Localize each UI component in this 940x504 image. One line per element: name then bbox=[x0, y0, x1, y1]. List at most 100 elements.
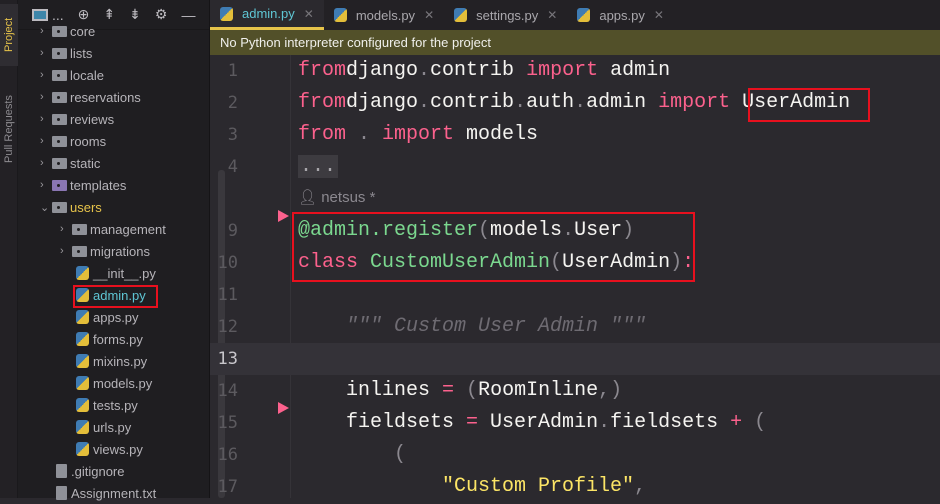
editor-tabs: admin.py ✕ models.py ✕ settings.py ✕ apps.py ✕ bbox=[210, 0, 940, 30]
chevron-right-icon[interactable]: › bbox=[40, 69, 52, 81]
tree-item[interactable]: › lists bbox=[40, 42, 92, 64]
close-icon[interactable]: ✕ bbox=[654, 8, 664, 22]
code-token: admin bbox=[598, 59, 671, 82]
code-line[interactable]: 1 fromdjango.contrib import admin bbox=[210, 55, 940, 87]
close-icon[interactable]: ✕ bbox=[304, 7, 314, 21]
chevron-right-icon[interactable]: › bbox=[40, 157, 52, 169]
tree-item[interactable]: › migrations bbox=[60, 240, 150, 262]
code-author-hint[interactable]: 👤︎ netsus * bbox=[298, 188, 375, 206]
code-token: auth bbox=[526, 91, 575, 114]
chevron-right-icon[interactable]: › bbox=[40, 25, 52, 37]
code-token: django bbox=[346, 59, 419, 82]
tab-apps[interactable]: apps.py ✕ bbox=[567, 0, 674, 30]
expand-all-icon[interactable]: ⇞ bbox=[103, 6, 115, 23]
chevron-right-icon[interactable]: › bbox=[40, 179, 52, 191]
tree-item[interactable]: › static bbox=[40, 152, 100, 174]
chevron-right-icon[interactable]: › bbox=[40, 47, 52, 59]
line-number: 4 bbox=[227, 157, 238, 177]
code-line[interactable]: 3 from . import models bbox=[210, 119, 940, 151]
code-token: fieldsets bbox=[610, 411, 731, 434]
tree-item[interactable]: models.py bbox=[60, 372, 152, 394]
project-tab-label: Project bbox=[3, 17, 15, 53]
highlight-box-class-definition bbox=[292, 212, 695, 282]
tree-item[interactable]: tests.py bbox=[60, 394, 138, 416]
code-token: = bbox=[442, 379, 455, 402]
pull-requests-tool-tab[interactable]: Pull Requests bbox=[0, 84, 18, 174]
line-number: 9 bbox=[227, 221, 238, 241]
code-token: . bbox=[514, 91, 527, 114]
tree-item[interactable]: forms.py bbox=[60, 328, 143, 350]
override-marker-icon[interactable] bbox=[278, 210, 289, 222]
python-file-icon bbox=[76, 332, 89, 346]
minimize-icon[interactable]: — bbox=[181, 7, 195, 23]
code-line[interactable]: 13 bbox=[210, 343, 940, 375]
tree-item[interactable]: views.py bbox=[60, 438, 143, 460]
folder-icon bbox=[72, 245, 87, 257]
tree-item[interactable]: › rooms bbox=[40, 130, 106, 152]
folded-code[interactable]: ... bbox=[298, 155, 339, 178]
code-line[interactable]: 14 inlines = (RoomInline,) bbox=[210, 375, 940, 407]
tree-item[interactable]: .gitignore bbox=[40, 460, 124, 482]
tree-item-label: .gitignore bbox=[71, 463, 125, 479]
code-line[interactable]: 12 """ Custom User Admin """ bbox=[210, 311, 940, 343]
tree-item-label: urls.py bbox=[93, 419, 132, 435]
tree-item[interactable]: › core bbox=[40, 20, 95, 42]
code-token: ( bbox=[454, 379, 479, 402]
tree-item[interactable]: › reservations bbox=[40, 86, 141, 108]
code-token: = bbox=[466, 411, 479, 434]
line-number: 1 bbox=[227, 61, 238, 81]
folder-icon bbox=[52, 113, 67, 125]
chevron-right-icon[interactable]: › bbox=[40, 91, 52, 103]
tree-item-label: Assignment.txt bbox=[71, 485, 157, 501]
line-number: 2 bbox=[227, 93, 238, 113]
tree-item[interactable]: › templates bbox=[40, 174, 126, 196]
tree-item[interactable]: › locale bbox=[40, 64, 104, 86]
line-number: 14 bbox=[217, 381, 238, 401]
folder-icon bbox=[72, 223, 87, 235]
tab-models[interactable]: models.py ✕ bbox=[324, 0, 444, 30]
interpreter-warning-banner: No Python interpreter configured for the… bbox=[210, 30, 940, 55]
collapse-all-icon[interactable]: ⇟ bbox=[129, 6, 141, 23]
tree-item[interactable]: urls.py bbox=[60, 416, 131, 438]
tree-item[interactable]: Assignment.txt bbox=[40, 482, 156, 504]
tree-item[interactable]: apps.py bbox=[60, 306, 139, 328]
code-token: from bbox=[298, 59, 347, 82]
folder-icon bbox=[52, 201, 67, 213]
author-name: netsus * bbox=[321, 189, 376, 206]
project-tool-tab[interactable]: Project bbox=[0, 4, 18, 66]
code-token: admin bbox=[586, 91, 659, 114]
tree-item-label: rooms bbox=[70, 133, 107, 149]
tree-item[interactable]: ⌄ users bbox=[40, 196, 102, 218]
code-text: "Custom Profile", bbox=[298, 471, 646, 503]
code-line[interactable]: 16 ( bbox=[210, 439, 940, 471]
code-token: . bbox=[346, 123, 383, 146]
code-line[interactable]: 4... bbox=[210, 151, 940, 183]
chevron-right-icon[interactable]: › bbox=[60, 245, 72, 257]
code-line[interactable]: 15 fieldsets = UserAdmin.fieldsets + ( bbox=[210, 407, 940, 439]
tree-item-label: tests.py bbox=[93, 397, 138, 413]
tab-admin[interactable]: admin.py ✕ bbox=[210, 0, 324, 30]
tree-item[interactable]: › reviews bbox=[40, 108, 114, 130]
chevron-down-icon[interactable]: ⌄ bbox=[40, 201, 52, 214]
chevron-right-icon[interactable]: › bbox=[40, 113, 52, 125]
tree-item[interactable]: mixins.py bbox=[60, 350, 147, 372]
override-marker-icon[interactable] bbox=[278, 402, 289, 414]
tree-item-label: forms.py bbox=[93, 331, 143, 347]
python-file-icon bbox=[76, 266, 89, 280]
close-icon[interactable]: ✕ bbox=[424, 8, 434, 22]
gear-icon[interactable]: ⚙ bbox=[155, 6, 168, 23]
chevron-right-icon[interactable]: › bbox=[60, 223, 72, 235]
tab-settings[interactable]: settings.py ✕ bbox=[444, 0, 567, 30]
tree-item[interactable]: __init__.py bbox=[60, 262, 156, 284]
chevron-right-icon[interactable]: › bbox=[40, 135, 52, 147]
tree-item[interactable]: › management bbox=[60, 218, 166, 240]
code-line[interactable]: 17 "Custom Profile", bbox=[210, 471, 940, 503]
close-icon[interactable]: ✕ bbox=[547, 8, 557, 22]
tree-item-label: lists bbox=[70, 45, 93, 61]
user-icon: 👤︎ bbox=[298, 189, 322, 206]
code-token: import bbox=[382, 123, 455, 146]
code-text: ... bbox=[298, 151, 339, 183]
tree-item-label: users bbox=[70, 199, 102, 215]
python-file-icon bbox=[220, 6, 233, 21]
code-line[interactable]: 11 bbox=[210, 279, 940, 311]
